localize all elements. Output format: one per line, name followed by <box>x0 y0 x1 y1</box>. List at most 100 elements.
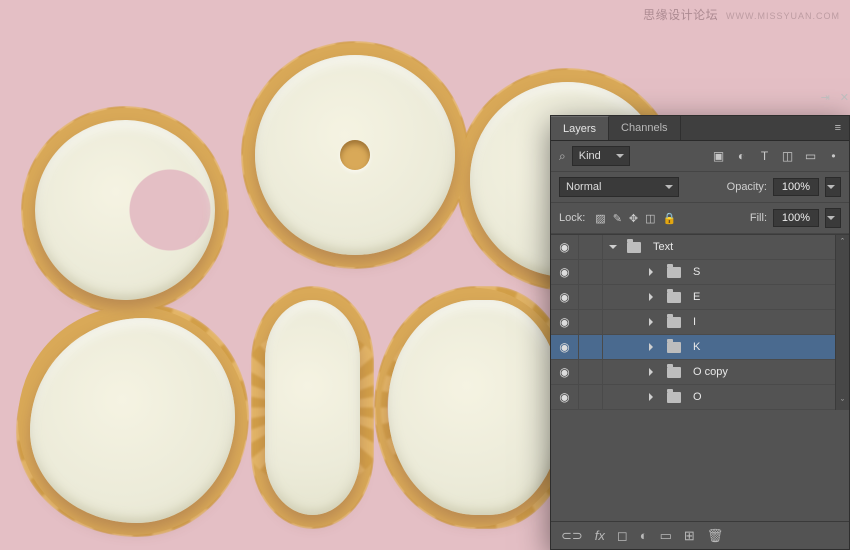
layer-group-o[interactable]: ◉ O <box>551 385 835 410</box>
blend-row: Normal Opacity: <box>551 172 849 203</box>
chevron-right-icon[interactable] <box>649 368 657 376</box>
lock-brush-icon[interactable]: ✎ <box>613 212 622 225</box>
delete-layer-icon[interactable]: 🗑 <box>707 528 724 544</box>
add-mask-icon[interactable]: ◻ <box>617 528 628 544</box>
visibility-toggle[interactable]: ◉ <box>551 260 579 284</box>
cookie-letter-k <box>30 318 235 523</box>
scroll-up-icon[interactable]: ˆ <box>836 235 849 249</box>
folder-icon <box>667 317 681 328</box>
close-icon[interactable]: ✕ <box>840 91 849 104</box>
chevron-right-icon[interactable] <box>649 343 657 351</box>
chevron-right-icon[interactable] <box>649 393 657 401</box>
folder-icon <box>667 342 681 353</box>
cookie-edge <box>16 304 249 537</box>
blend-mode-value: Normal <box>566 181 601 193</box>
visibility-toggle[interactable]: ◉ <box>551 335 579 359</box>
link-col <box>585 385 603 409</box>
filter-shape-icon[interactable]: ◫ <box>780 149 795 163</box>
layer-group-i[interactable]: ◉ I <box>551 310 835 335</box>
cookie-hole <box>340 140 370 170</box>
layer-group-o-copy[interactable]: ◉ O copy <box>551 360 835 385</box>
fill-label: Fill: <box>750 212 767 224</box>
layer-name[interactable]: S <box>693 266 700 278</box>
layer-name[interactable]: E <box>693 291 700 303</box>
layer-name[interactable]: Text <box>653 241 673 253</box>
filter-kind-dropdown[interactable]: Kind <box>572 146 630 166</box>
lock-pixels-icon[interactable]: ▨ <box>595 212 605 225</box>
link-col <box>585 360 603 384</box>
scroll-down-icon[interactable]: ˇ <box>836 396 849 410</box>
layer-group-s[interactable]: ◉ S <box>551 260 835 285</box>
lock-row: Lock: ▨ ✎ ✥ ◫ 🔒 Fill: <box>551 203 849 234</box>
visibility-toggle[interactable]: ◉ <box>551 360 579 384</box>
link-col <box>585 335 603 359</box>
fill-dropdown-icon[interactable] <box>825 208 841 228</box>
opacity-input[interactable] <box>773 178 819 196</box>
search-icon[interactable]: ⌕ <box>559 149 566 164</box>
panel-header-controls: ⇥ ✕ <box>549 91 849 104</box>
filter-row: ⌕ Kind ▣ ◐ T ◫ ▭ • <box>551 141 849 172</box>
chevron-right-icon[interactable] <box>649 318 657 326</box>
opacity-dropdown-icon[interactable] <box>825 177 841 197</box>
lock-label: Lock: <box>559 212 585 224</box>
new-layer-icon[interactable]: ⊞ <box>684 528 695 544</box>
lock-position-icon[interactable]: ✥ <box>629 212 638 225</box>
tab-spacer <box>681 116 827 140</box>
filter-kind-label: Kind <box>579 150 601 162</box>
layer-group-e[interactable]: ◉ E <box>551 285 835 310</box>
layer-name[interactable]: O <box>693 391 702 403</box>
filter-image-icon[interactable]: ▣ <box>711 149 726 163</box>
layers-panel: ⇥ ✕ Layers Channels ≡ ⌕ Kind ▣ ◐ T ◫ ▭ •… <box>550 115 850 550</box>
tree-scrollbar[interactable]: ˆ ˇ <box>835 235 849 410</box>
lock-artboard-icon[interactable]: ◫ <box>645 212 655 225</box>
tab-channels[interactable]: Channels <box>609 116 680 140</box>
cookie-edge <box>21 106 229 314</box>
visibility-toggle[interactable]: ◉ <box>551 385 579 409</box>
folder-icon <box>667 367 681 378</box>
layer-group-text[interactable]: ◉ Text <box>551 235 835 260</box>
new-group-icon[interactable]: ▭ <box>660 528 672 544</box>
cookie-edge <box>251 286 374 529</box>
link-col <box>585 235 603 259</box>
layer-group-k[interactable]: ◉ K <box>551 335 835 360</box>
chevron-right-icon[interactable] <box>649 293 657 301</box>
layer-name[interactable]: I <box>693 316 696 328</box>
cookie-edge <box>374 286 577 529</box>
layer-fx-icon[interactable]: fx <box>595 528 605 543</box>
folder-icon <box>667 267 681 278</box>
panel-menu-icon[interactable]: ≡ <box>827 116 849 140</box>
lock-icons: ▨ ✎ ✥ ◫ 🔒 <box>595 212 676 225</box>
panel-footer: ⊂⊃ fx ◻ ◐ ▭ ⊞ 🗑 <box>551 521 849 549</box>
link-col <box>585 310 603 334</box>
tab-layers[interactable]: Layers <box>551 116 609 140</box>
link-col <box>585 260 603 284</box>
collapse-icon[interactable]: ⇥ <box>821 91 830 104</box>
layer-name[interactable]: K <box>693 341 700 353</box>
lock-all-icon[interactable]: 🔒 <box>663 212 677 225</box>
visibility-toggle[interactable]: ◉ <box>551 235 579 259</box>
folder-icon <box>667 392 681 403</box>
blend-mode-dropdown[interactable]: Normal <box>559 177 679 197</box>
opacity-label: Opacity: <box>727 181 767 193</box>
panel-tabs: Layers Channels ≡ <box>551 116 849 141</box>
cookie-letter-c <box>35 120 215 300</box>
chevron-down-icon[interactable] <box>609 245 617 253</box>
folder-icon <box>667 292 681 303</box>
adjustment-layer-icon[interactable]: ◐ <box>640 528 648 543</box>
fill-input[interactable] <box>773 209 819 227</box>
layer-name[interactable]: O copy <box>693 366 728 378</box>
folder-icon <box>627 242 641 253</box>
cookie-letter-o-1 <box>255 55 455 255</box>
link-layers-icon[interactable]: ⊂⊃ <box>561 528 583 544</box>
filter-toggle-icon[interactable]: • <box>826 149 841 163</box>
filter-adjust-icon[interactable]: ◐ <box>734 149 749 163</box>
cookie-letter-e <box>388 300 563 515</box>
filter-text-icon[interactable]: T <box>757 149 772 163</box>
chevron-right-icon[interactable] <box>649 268 657 276</box>
visibility-toggle[interactable]: ◉ <box>551 310 579 334</box>
layers-tree: ◉ Text ◉ S ◉ <box>551 234 849 521</box>
visibility-toggle[interactable]: ◉ <box>551 285 579 309</box>
filter-smart-icon[interactable]: ▭ <box>803 149 818 163</box>
filter-type-icons: ▣ ◐ T ◫ ▭ • <box>711 149 841 163</box>
link-col <box>585 285 603 309</box>
